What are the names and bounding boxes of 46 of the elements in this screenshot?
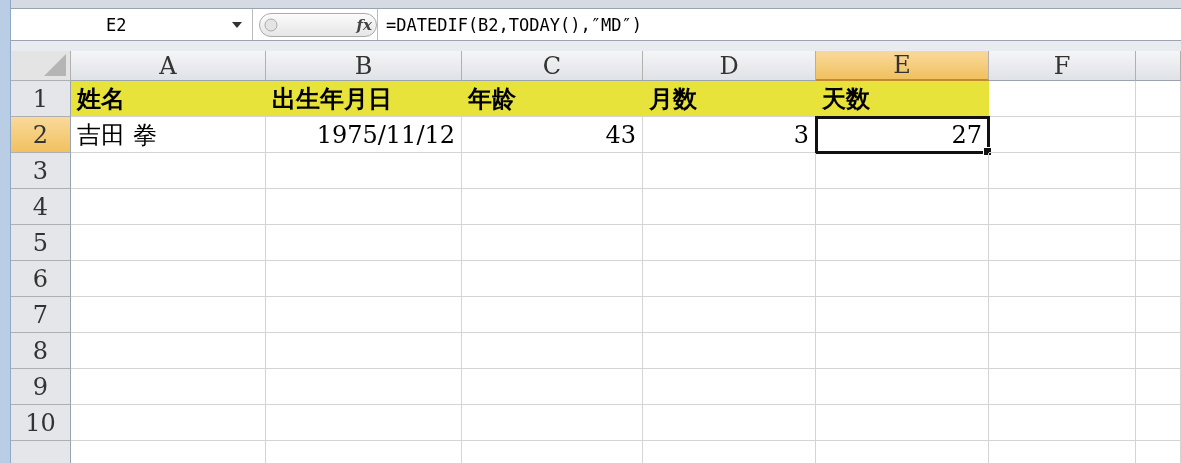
caret-icon[interactable] <box>232 21 242 28</box>
table-cell: 天数 <box>816 81 989 117</box>
table-cell <box>1136 225 1181 261</box>
table-cell: 吉田 拳 <box>71 117 266 153</box>
table-cell <box>1136 189 1181 225</box>
column-header[interactable] <box>1136 51 1181 81</box>
row-header[interactable]: 6 <box>11 261 71 297</box>
column-header[interactable]: A <box>71 51 266 81</box>
column-header[interactable]: E <box>816 51 989 81</box>
column-header[interactable]: F <box>989 51 1136 81</box>
table-cell <box>1136 333 1181 369</box>
fill-handle[interactable] <box>983 147 992 156</box>
table-cell: 出生年月日 <box>266 81 462 117</box>
triangle-icon <box>44 54 66 76</box>
row-header[interactable]: 5 <box>11 225 71 261</box>
table-cell <box>1136 369 1181 405</box>
name-box[interactable]: E2 <box>11 9 253 40</box>
table-cell: 年龄 <box>462 81 643 117</box>
table-cell <box>1136 117 1181 153</box>
table-cell: 姓名 <box>71 81 266 117</box>
select-all-button[interactable] <box>11 51 71 81</box>
insert-function-button[interactable]: fx <box>356 15 372 34</box>
table-cell <box>1136 153 1181 189</box>
splitter-handle[interactable]: fx <box>259 12 377 37</box>
row-header[interactable]: 3 <box>11 153 71 189</box>
row-header[interactable]: 7 <box>11 297 71 333</box>
row-header[interactable]: 8 <box>11 333 71 369</box>
row-header[interactable]: 10 <box>11 405 71 441</box>
table-cell: 1975/11/12 <box>266 117 462 153</box>
column-header[interactable]: D <box>643 51 816 81</box>
table-cell: 27 <box>816 117 989 153</box>
table-cell: 月数 <box>643 81 816 117</box>
table-cell <box>1136 405 1181 441</box>
column-header[interactable]: C <box>462 51 643 81</box>
table-cell <box>1136 297 1181 333</box>
column-header[interactable]: B <box>266 51 462 81</box>
formula-field[interactable]: =DATEDIF(B2,TODAY(),″MD″) <box>377 9 1181 40</box>
table-cell <box>1136 81 1181 117</box>
row-header[interactable]: 2 <box>11 117 71 153</box>
table-cell: 43 <box>462 117 643 153</box>
row-header[interactable]: 9 <box>11 369 71 405</box>
row-header[interactable]: 1 <box>11 81 71 117</box>
table-cell <box>1136 261 1181 297</box>
row-header[interactable]: 4 <box>11 189 71 225</box>
knob-icon <box>264 17 278 32</box>
table-cell: 3 <box>643 117 816 153</box>
